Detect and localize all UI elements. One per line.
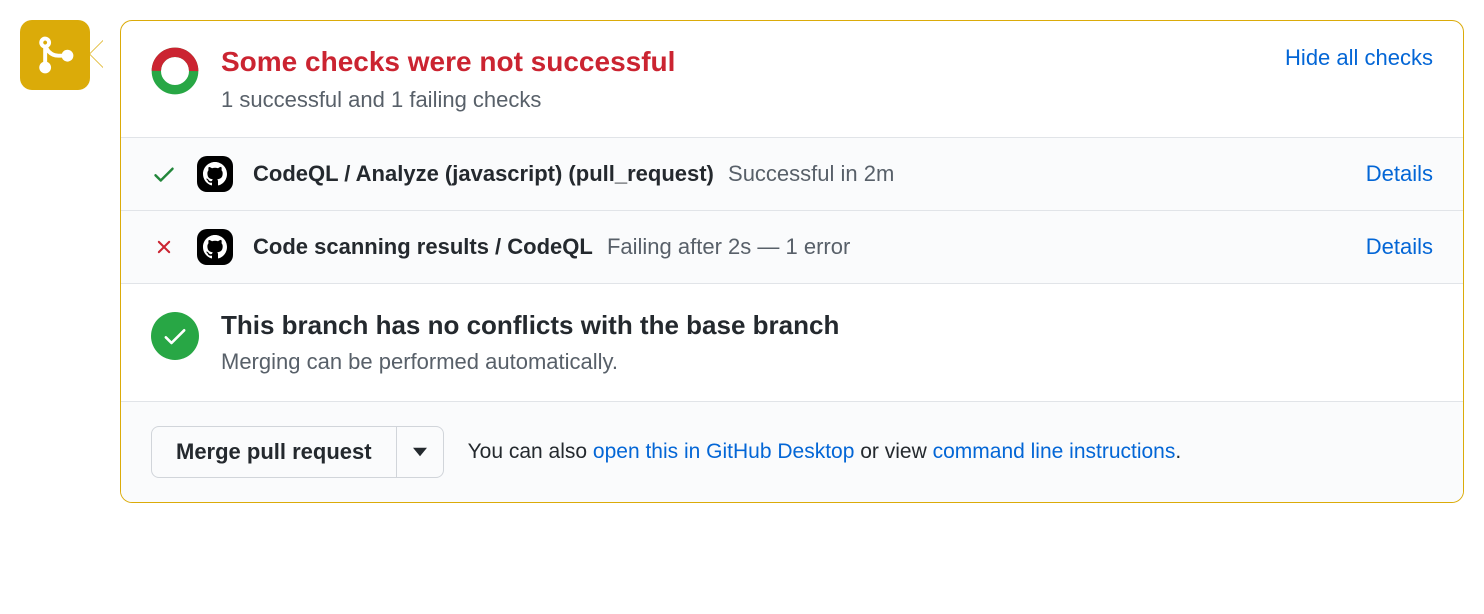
check-success-icon	[151, 161, 177, 187]
check-name: CodeQL / Analyze (javascript) (pull_requ…	[253, 161, 714, 186]
check-meta: Successful in 2m	[728, 161, 894, 186]
check-failure-icon	[151, 234, 177, 260]
github-avatar-icon	[197, 229, 233, 265]
check-row: CodeQL / Analyze (javascript) (pull_requ…	[121, 138, 1463, 211]
open-github-desktop-link[interactable]: open this in GitHub Desktop	[593, 440, 854, 463]
merge-status-panel: Some checks were not successful 1 succes…	[20, 20, 1464, 503]
merge-badge-icon	[20, 20, 90, 90]
github-avatar-icon	[197, 156, 233, 192]
check-details-link[interactable]: Details	[1366, 161, 1433, 187]
conflict-section: This branch has no conflicts with the ba…	[121, 284, 1463, 402]
hide-all-checks-link[interactable]: Hide all checks	[1285, 45, 1433, 71]
command-line-instructions-link[interactable]: command line instructions	[933, 440, 1176, 463]
merge-dropdown-button[interactable]	[397, 426, 444, 478]
check-name: Code scanning results / CodeQL	[253, 234, 593, 259]
check-row: Code scanning results / CodeQL Failing a…	[121, 211, 1463, 284]
merge-section: Merge pull request You can also open thi…	[121, 402, 1463, 502]
check-text: CodeQL / Analyze (javascript) (pull_requ…	[253, 161, 894, 187]
checks-summary-subtitle: 1 successful and 1 failing checks	[221, 87, 1263, 113]
merge-button-group: Merge pull request	[151, 426, 444, 478]
success-check-icon	[151, 312, 199, 360]
check-text: Code scanning results / CodeQL Failing a…	[253, 234, 850, 260]
conflict-title: This branch has no conflicts with the ba…	[221, 310, 839, 341]
checks-summary-section: Some checks were not successful 1 succes…	[121, 21, 1463, 138]
check-details-link[interactable]: Details	[1366, 234, 1433, 260]
status-donut-icon	[151, 47, 199, 95]
checks-summary-title: Some checks were not successful	[221, 45, 1263, 79]
check-meta: Failing after 2s — 1 error	[607, 234, 850, 259]
merge-pull-request-button[interactable]: Merge pull request	[151, 426, 397, 478]
caret-down-icon	[413, 447, 427, 457]
conflict-subtitle: Merging can be performed automatically.	[221, 349, 839, 375]
status-panel: Some checks were not successful 1 succes…	[120, 20, 1464, 503]
merge-help-text: You can also open this in GitHub Desktop…	[468, 440, 1182, 464]
